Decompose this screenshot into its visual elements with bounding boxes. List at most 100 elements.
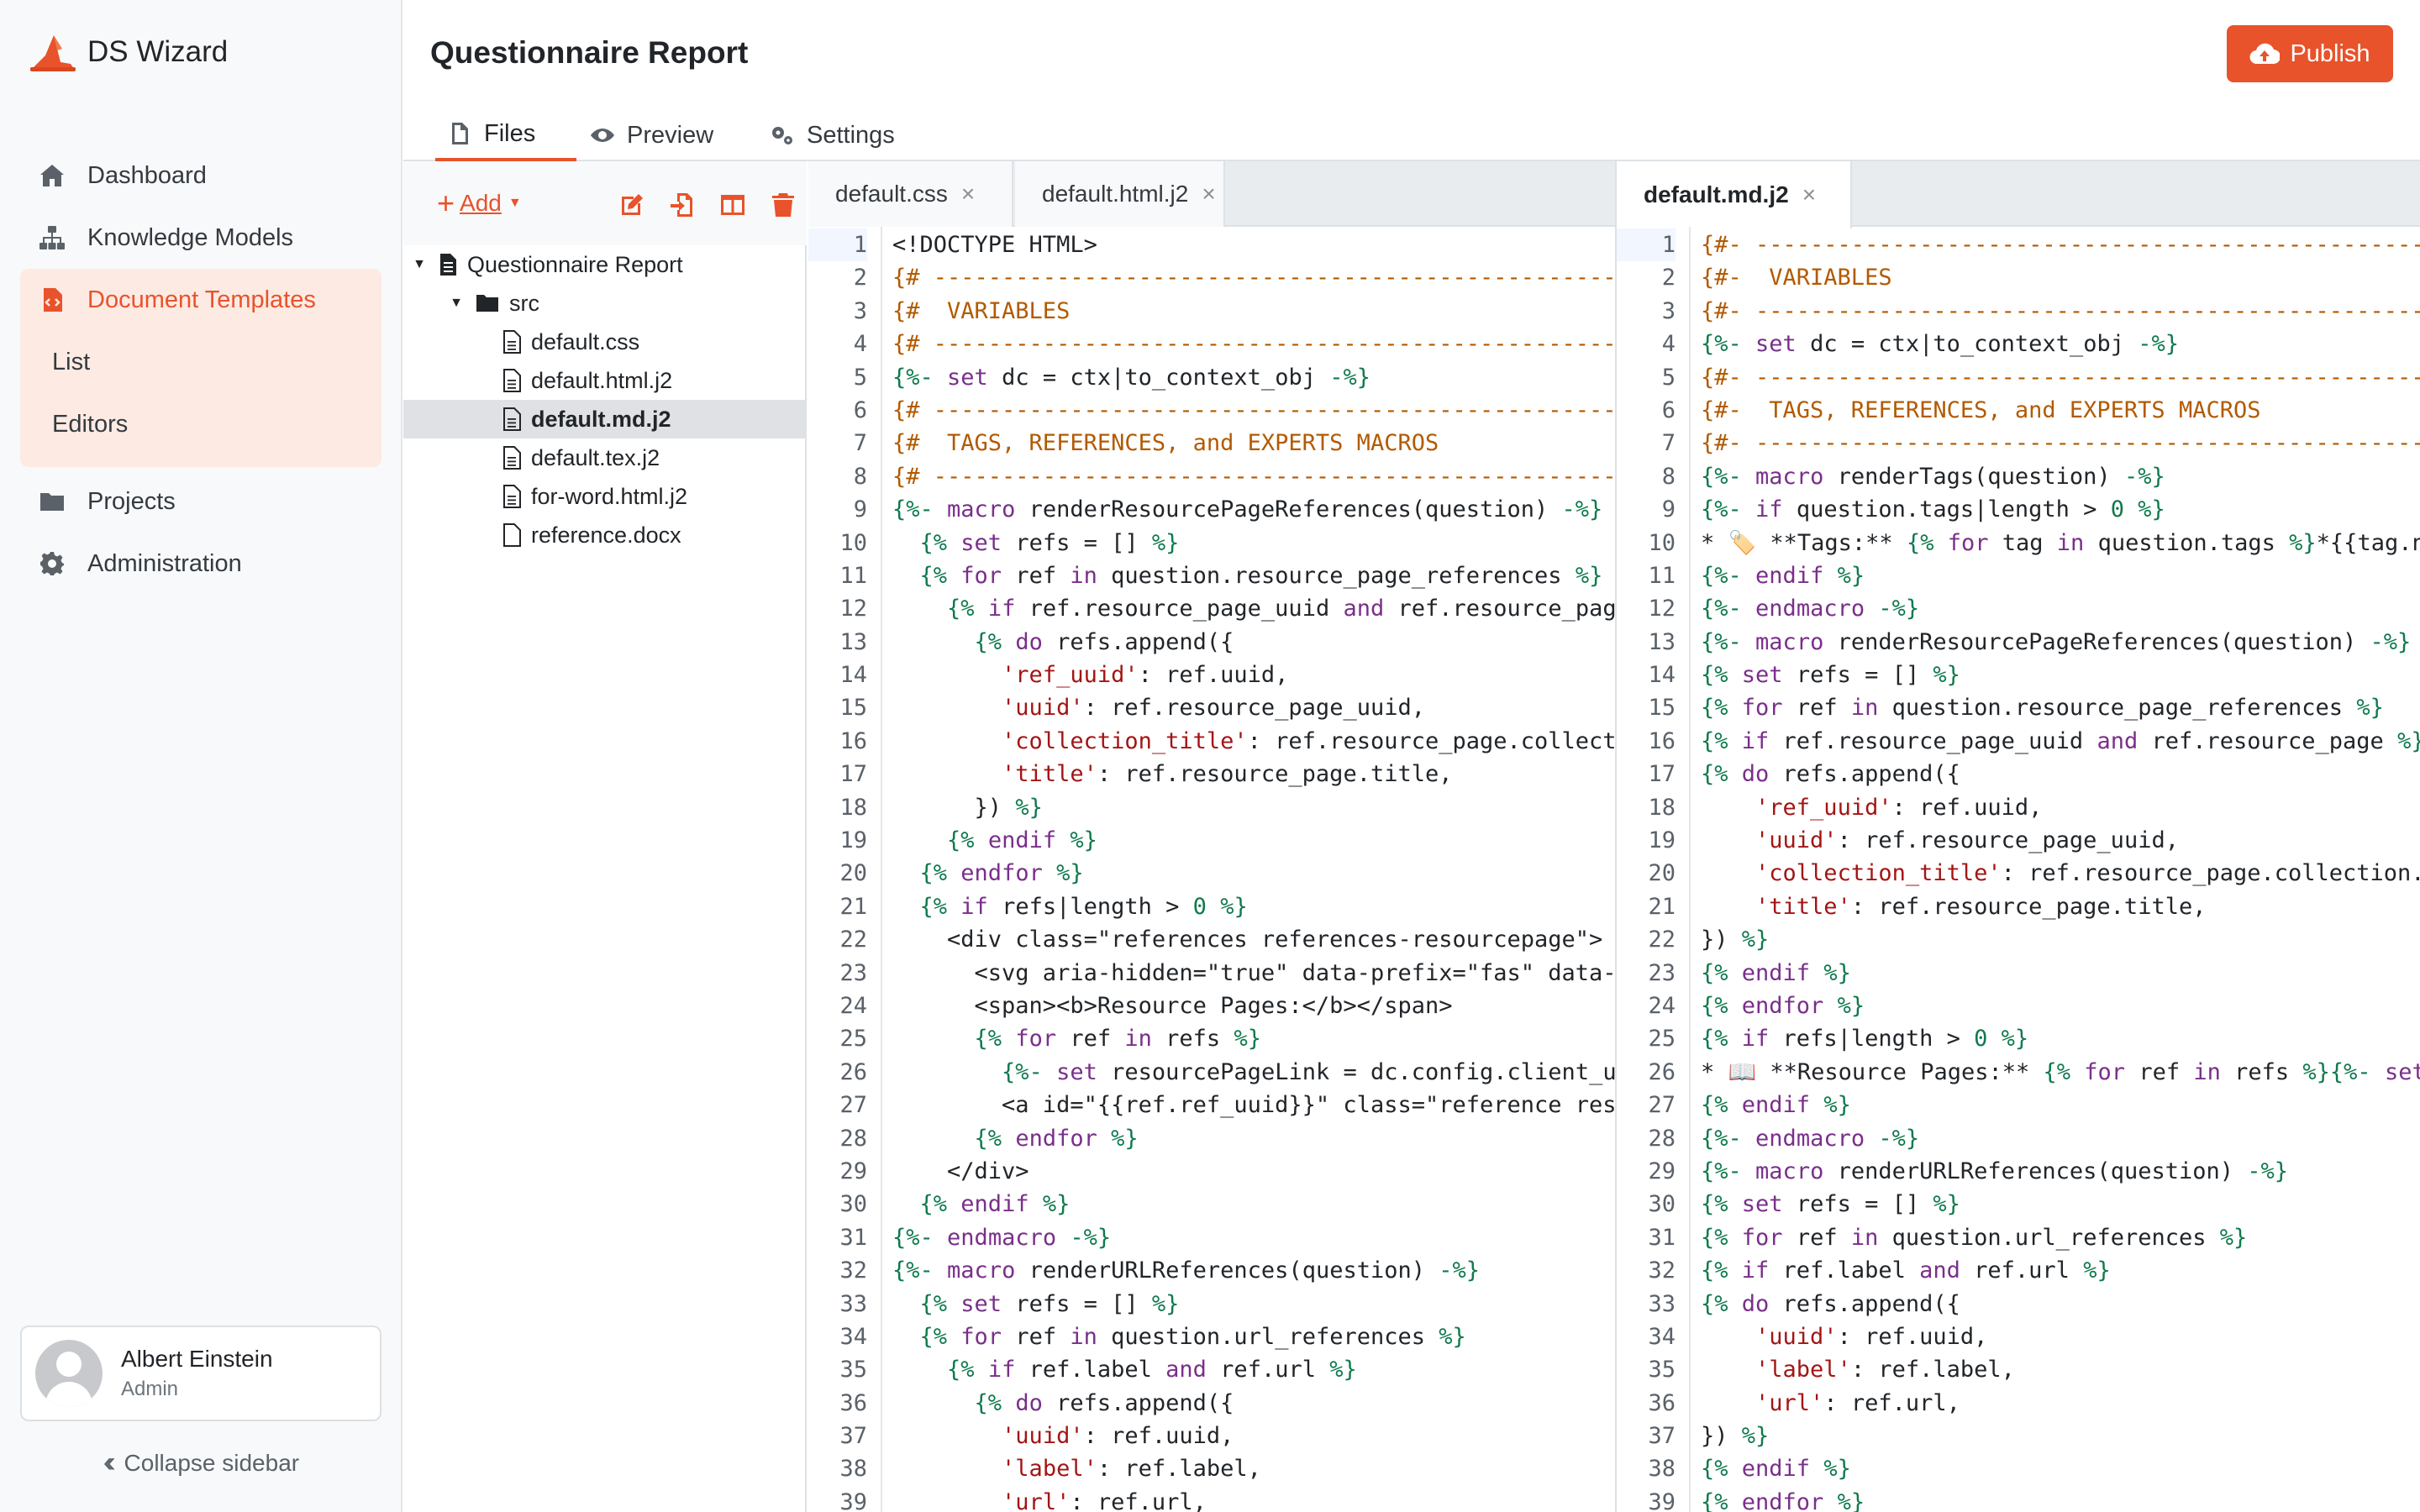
nav-knowledge-models[interactable]: Knowledge Models <box>20 207 381 269</box>
tree-file[interactable]: for-word.html.j2 <box>403 477 805 516</box>
code-line[interactable]: 1 {#- -----------------------------------… <box>1617 228 2420 262</box>
code-line[interactable]: 7 {# TAGS, REFERENCES, and EXPERTS MACROS <box>808 427 1439 459</box>
code-line[interactable]: 14 {% set refs = [] %} <box>1617 659 1960 691</box>
code-line[interactable]: 29 </div> <box>808 1155 1028 1188</box>
code-line[interactable]: 33 {% do refs.append({ <box>1617 1288 1960 1320</box>
code-line[interactable]: 38 {% endif %} <box>1617 1452 1850 1485</box>
code-line[interactable]: 32 {% if ref.label and ref.url %} <box>1617 1254 2110 1287</box>
code-line[interactable]: 20 'collection_title': ref.resource_page… <box>1617 857 2420 890</box>
code-line[interactable]: 31 {%- endmacro -%} <box>808 1221 1111 1254</box>
code-line[interactable]: 7 {#- -----------------------------------… <box>1617 427 2420 459</box>
code-line[interactable]: 16 'collection_title': ref.resource_page… <box>808 725 1615 758</box>
nav-dashboard[interactable]: Dashboard <box>20 144 381 207</box>
code-line[interactable]: 24 <span><b>Resource Pages:</b></span> <box>808 990 1452 1022</box>
code-line[interactable]: 9 {%- macro renderResourcePageReferences(… <box>808 493 1603 526</box>
code-line[interactable]: 3 {# VARIABLES <box>808 295 1071 328</box>
delete-button[interactable] <box>770 192 798 220</box>
user-menu[interactable]: Albert Einstein Admin <box>20 1326 381 1421</box>
code-line[interactable]: 23 <svg aria-hidden="true" data-prefix="… <box>808 957 1615 990</box>
code-line[interactable]: 5 {%- set dc = ctx|to_context_obj -%} <box>808 361 1370 394</box>
code-line[interactable]: 8 {%- macro renderTags(question) -%} <box>1617 460 2165 493</box>
code-line[interactable]: 27 <a id="{{ref.ref_uuid}}" class="refer… <box>808 1089 1615 1121</box>
code-line[interactable]: 22 <div class="references references-res… <box>808 923 1602 956</box>
code-line[interactable]: 17 'title': ref.resource_page.title, <box>808 758 1452 790</box>
code-line[interactable]: 38 'label': ref.label, <box>808 1452 1260 1485</box>
code-line[interactable]: 28 {%- endmacro -%} <box>1617 1122 1919 1155</box>
code-line[interactable]: 37}) %} <box>1617 1420 1769 1452</box>
code-line[interactable]: 4 {%- set dc = ctx|to_context_obj -%} <box>1617 328 2179 360</box>
code-line[interactable]: 36 'url': ref.url, <box>1617 1387 1960 1420</box>
tab-settings[interactable]: Settings <box>770 109 895 161</box>
code-line[interactable]: 15 'uuid': ref.resource_page_uuid, <box>808 691 1425 724</box>
code-line[interactable]: 26 {%- set resourcePageLink = dc.config.… <box>808 1056 1615 1089</box>
editor-tab-active[interactable]: default.md.j2 × <box>1617 161 1852 228</box>
code-line[interactable]: 12 {%- endmacro -%} <box>1617 592 1919 625</box>
code-line[interactable]: 34 {% for ref in question.url_references… <box>808 1320 1465 1353</box>
rename-button[interactable] <box>618 192 647 220</box>
code-line[interactable]: 30 {% endif %} <box>808 1188 1070 1221</box>
collapse-sidebar-button[interactable]: ‹‹ Collapse sidebar <box>0 1446 402 1479</box>
code-line[interactable]: 22}) %} <box>1617 923 1769 956</box>
code-line[interactable]: 19 {% endif %} <box>808 824 1097 857</box>
code-line[interactable]: 6 {# ------------------------------------… <box>808 394 1615 427</box>
code-line[interactable]: 10 {% set refs = [] %} <box>808 527 1179 559</box>
code-line[interactable]: 21 'title': ref.resource_page.title, <box>1617 890 2206 923</box>
code-line[interactable]: 2 {# ------------------------------------… <box>808 261 1615 294</box>
add-dropdown-button[interactable]: + Add ▼ <box>437 188 522 218</box>
tree-file-selected[interactable]: default.md.j2 <box>403 400 805 438</box>
code-line[interactable]: 21 {% if refs|length > 0 %} <box>808 890 1247 923</box>
editor-tab-active[interactable]: default.html.j2 × <box>1015 161 1225 227</box>
code-line[interactable]: 32 {%- macro renderURLReferences(question… <box>808 1254 1480 1287</box>
code-line[interactable]: 17 {% do refs.append({ <box>1617 758 1960 790</box>
code-line[interactable]: 2 {#- VARIABLES <box>1617 261 1892 294</box>
code-line[interactable]: 15 {% for ref in question.resource_page_r… <box>1617 691 2383 724</box>
code-line[interactable]: 36 {% do refs.append({ <box>808 1387 1234 1420</box>
code-line[interactable]: 28 {% endfor %} <box>808 1122 1138 1155</box>
tree-root[interactable]: ▼ Questionnaire Report <box>403 245 805 284</box>
nav-document-templates[interactable]: Document Templates <box>20 269 381 331</box>
code-line[interactable]: 11 {% for ref in question.resource_page_… <box>808 559 1602 592</box>
publish-button[interactable]: Publish <box>2227 25 2393 82</box>
code-line[interactable]: 14 'ref_uuid': ref.uuid, <box>808 659 1288 691</box>
code-line[interactable]: 39 {% endfor %} <box>1617 1486 1865 1512</box>
tab-files[interactable]: Files <box>435 109 576 161</box>
tree-folder[interactable]: ▼ src <box>403 284 805 323</box>
editor-tab[interactable]: default.css × <box>808 161 1013 227</box>
nav-sub-editors[interactable]: Editors <box>20 393 381 455</box>
nav-sub-list[interactable]: List <box>20 331 381 393</box>
code-line[interactable]: 13 {%- macro renderResourcePageReferences… <box>1617 626 2411 659</box>
close-icon[interactable]: × <box>961 181 975 207</box>
code-line[interactable]: 35 'label': ref.label, <box>1617 1353 2014 1386</box>
code-line[interactable]: 16 {% if ref.resource_page_uuid and ref.r… <box>1617 725 2420 758</box>
code-line[interactable]: 13 {% do refs.append({ <box>808 626 1234 659</box>
code-line[interactable]: 10 * 🏷️ **Tags:** {% for tag in question.… <box>1617 527 2420 559</box>
code-line[interactable]: 34 'uuid': ref.uuid, <box>1617 1320 1987 1353</box>
brand[interactable]: DS Wizard <box>29 30 228 74</box>
code-line[interactable]: 25 {% for ref in refs %} <box>808 1022 1260 1055</box>
code-line[interactable]: 35 {% if ref.label and ref.url %} <box>808 1353 1356 1386</box>
code-line[interactable]: 29 {%- macro renderURLReferences(question… <box>1617 1155 2288 1188</box>
code-line[interactable]: 37 'uuid': ref.uuid, <box>808 1420 1234 1452</box>
code-line[interactable]: 25 {% if refs|length > 0 %} <box>1617 1022 2028 1055</box>
code-line[interactable]: 26 * 📖 **Resource Pages:** {% for ref in … <box>1617 1056 2420 1089</box>
split-view-button[interactable] <box>719 192 748 220</box>
move-button[interactable] <box>669 192 697 220</box>
code-line[interactable]: 3 {#- -----------------------------------… <box>1617 295 2420 328</box>
code-line[interactable]: 18 'ref_uuid': ref.uuid, <box>1617 791 2042 824</box>
nav-projects[interactable]: Projects <box>20 470 381 533</box>
tree-file[interactable]: default.css <box>403 323 805 361</box>
code-line[interactable]: 31 {% for ref in question.url_references … <box>1617 1221 2247 1254</box>
code-line[interactable]: 9 {%- if question.tags|length > 0 %} <box>1617 493 2165 526</box>
code-line[interactable]: 12 {% if ref.resource_page_uuid and ref.… <box>808 592 1615 625</box>
code-line[interactable]: 11 {%- endif %} <box>1617 559 1865 592</box>
code-line[interactable]: 1 <!DOCTYPE HTML> <box>808 228 1097 262</box>
nav-administration[interactable]: Administration <box>20 533 381 595</box>
close-icon[interactable]: × <box>1802 181 1816 208</box>
code-line[interactable]: 18 }) %} <box>808 791 1042 824</box>
code-line[interactable]: 30 {% set refs = [] %} <box>1617 1188 1960 1221</box>
code-line[interactable]: 33 {% set refs = [] %} <box>808 1288 1179 1320</box>
tree-file[interactable]: reference.docx <box>403 516 805 554</box>
code-line[interactable]: 39 'url': ref.url, <box>808 1486 1206 1512</box>
code-line[interactable]: 19 'uuid': ref.resource_page_uuid, <box>1617 824 2178 857</box>
close-icon[interactable]: × <box>1202 181 1215 207</box>
